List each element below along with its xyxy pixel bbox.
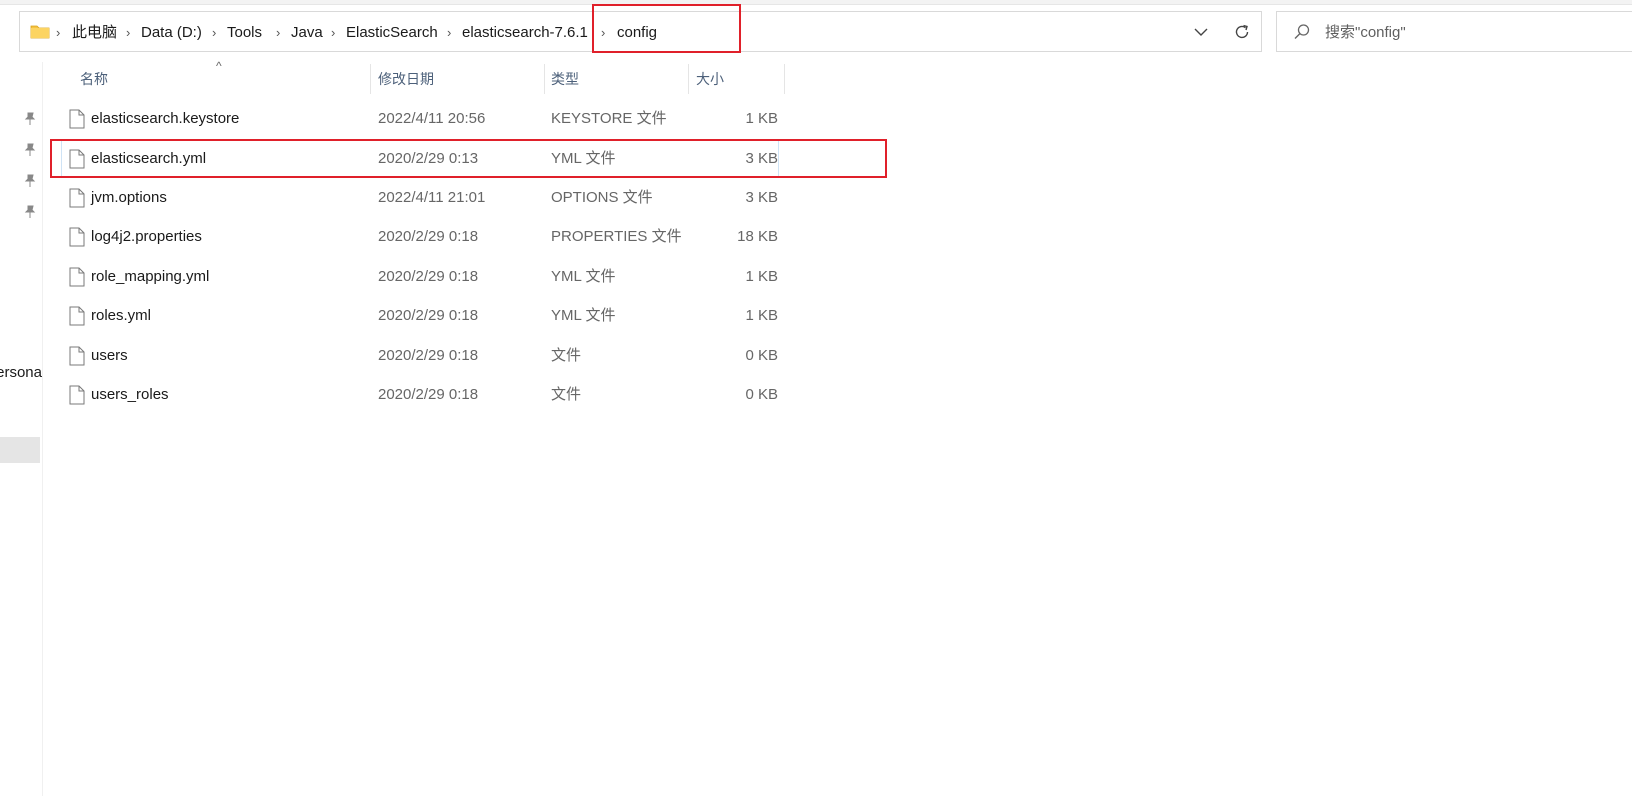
pin-icon[interactable] xyxy=(23,205,37,219)
breadcrumb-item-data-drive[interactable]: Data (D:) xyxy=(141,12,202,53)
file-type: YML 文件 xyxy=(551,268,616,285)
breadcrumb-separator[interactable]: › xyxy=(276,12,280,53)
breadcrumb-item-tools[interactable]: Tools xyxy=(227,12,262,53)
file-type: YML 文件 xyxy=(551,307,616,324)
column-header-size[interactable]: 大小 xyxy=(696,64,724,94)
file-row[interactable]: users 2020/2/29 0:18 文件 0 KB xyxy=(62,338,778,374)
breadcrumb-separator[interactable]: › xyxy=(601,12,605,53)
nav-selected-item[interactable] xyxy=(0,437,40,463)
file-size: 0 KB xyxy=(745,386,778,403)
file-date: 2020/2/29 0:18 xyxy=(378,307,479,324)
file-name: log4j2.properties xyxy=(91,228,202,245)
breadcrumb-separator[interactable]: › xyxy=(212,12,216,53)
column-header-type[interactable]: 类型 xyxy=(551,64,579,94)
file-date: 2020/2/29 0:18 xyxy=(378,228,479,245)
file-type: PROPERTIES 文件 xyxy=(551,228,682,245)
file-size: 0 KB xyxy=(745,347,778,364)
file-row[interactable]: users_roles 2020/2/29 0:18 文件 0 KB xyxy=(62,377,778,413)
file-row[interactable]: roles.yml 2020/2/29 0:18 YML 文件 1 KB xyxy=(62,298,778,334)
file-name: role_mapping.yml xyxy=(91,268,210,285)
column-header-date[interactable]: 修改日期 xyxy=(378,64,434,94)
address-bar[interactable]: › 此电脑 › Data (D:) › Tools › Java › Elast… xyxy=(19,11,1262,52)
file-name: users xyxy=(91,347,128,364)
file-type: OPTIONS 文件 xyxy=(551,189,653,206)
refresh-icon xyxy=(1235,24,1249,39)
file-row[interactable]: elasticsearch.yml 2020/2/29 0:13 YML 文件 … xyxy=(61,140,779,178)
file-size: 1 KB xyxy=(745,268,778,285)
file-name: elasticsearch.keystore xyxy=(91,110,240,127)
folder-icon xyxy=(30,25,50,39)
breadcrumb-item-elasticsearch-761[interactable]: elasticsearch-7.6.1 xyxy=(462,12,588,53)
nav-item-partial-label[interactable]: ersona xyxy=(0,364,42,381)
pin-icon[interactable] xyxy=(23,174,37,188)
breadcrumb-item-this-pc[interactable]: 此电脑 xyxy=(72,12,117,53)
pin-icon[interactable] xyxy=(23,143,37,157)
file-size: 1 KB xyxy=(745,307,778,324)
column-divider[interactable] xyxy=(688,64,689,94)
column-divider[interactable] xyxy=(370,64,371,94)
breadcrumb-separator[interactable]: › xyxy=(331,12,335,53)
file-date: 2022/4/11 20:56 xyxy=(378,110,486,127)
pane-divider[interactable] xyxy=(42,62,43,796)
file-icon xyxy=(69,385,85,405)
breadcrumb-item-config[interactable]: config xyxy=(617,12,657,53)
address-history-button[interactable] xyxy=(1189,20,1213,44)
file-icon xyxy=(69,188,85,208)
pin-icon[interactable] xyxy=(23,112,37,126)
file-size: 1 KB xyxy=(745,110,778,127)
file-icon xyxy=(69,346,85,366)
file-size: 3 KB xyxy=(745,150,778,167)
file-type: YML 文件 xyxy=(551,150,616,167)
file-size: 3 KB xyxy=(745,189,778,206)
file-type: 文件 xyxy=(551,386,582,403)
file-icon xyxy=(69,267,85,287)
file-date: 2020/2/29 0:18 xyxy=(378,386,479,403)
column-header-name[interactable]: 名称 xyxy=(80,64,108,94)
file-name: elasticsearch.yml xyxy=(91,150,207,167)
sort-ascending-icon: ^ xyxy=(216,59,222,73)
file-name: jvm.options xyxy=(91,189,167,206)
breadcrumb-separator[interactable]: › xyxy=(56,12,60,53)
file-row[interactable]: log4j2.properties 2020/2/29 0:18 PROPERT… xyxy=(62,219,778,255)
file-row[interactable]: elasticsearch.keystore 2022/4/11 20:56 K… xyxy=(62,101,778,137)
file-date: 2020/2/29 0:18 xyxy=(378,347,479,364)
file-date: 2022/4/11 21:01 xyxy=(378,189,486,206)
breadcrumb-item-elasticsearch[interactable]: ElasticSearch xyxy=(346,12,438,53)
file-name: roles.yml xyxy=(91,307,152,324)
navigation-pane[interactable] xyxy=(0,62,42,796)
file-name: users_roles xyxy=(91,386,169,403)
search-input[interactable] xyxy=(1323,12,1627,53)
file-date: 2020/2/29 0:13 xyxy=(378,150,479,167)
file-icon xyxy=(69,149,85,169)
breadcrumb-separator[interactable]: › xyxy=(447,12,451,53)
file-icon xyxy=(69,109,85,129)
file-row[interactable]: jvm.options 2022/4/11 21:01 OPTIONS 文件 3… xyxy=(62,180,778,216)
refresh-button[interactable] xyxy=(1230,20,1254,44)
file-date: 2020/2/29 0:18 xyxy=(378,268,479,285)
file-type: KEYSTORE 文件 xyxy=(551,110,667,127)
file-icon xyxy=(69,306,85,326)
search-box[interactable] xyxy=(1276,11,1632,53)
window-top-strip xyxy=(0,0,1632,5)
breadcrumb-item-java[interactable]: Java xyxy=(291,12,323,53)
file-type: 文件 xyxy=(551,347,582,364)
file-row[interactable]: role_mapping.yml 2020/2/29 0:18 YML 文件 1… xyxy=(62,259,778,295)
column-divider[interactable] xyxy=(784,64,785,94)
chevron-down-icon xyxy=(1194,28,1208,36)
breadcrumb-separator[interactable]: › xyxy=(126,12,130,53)
file-size: 18 KB xyxy=(737,228,778,245)
file-icon xyxy=(69,227,85,247)
search-icon xyxy=(1294,24,1310,39)
column-divider[interactable] xyxy=(544,64,545,94)
